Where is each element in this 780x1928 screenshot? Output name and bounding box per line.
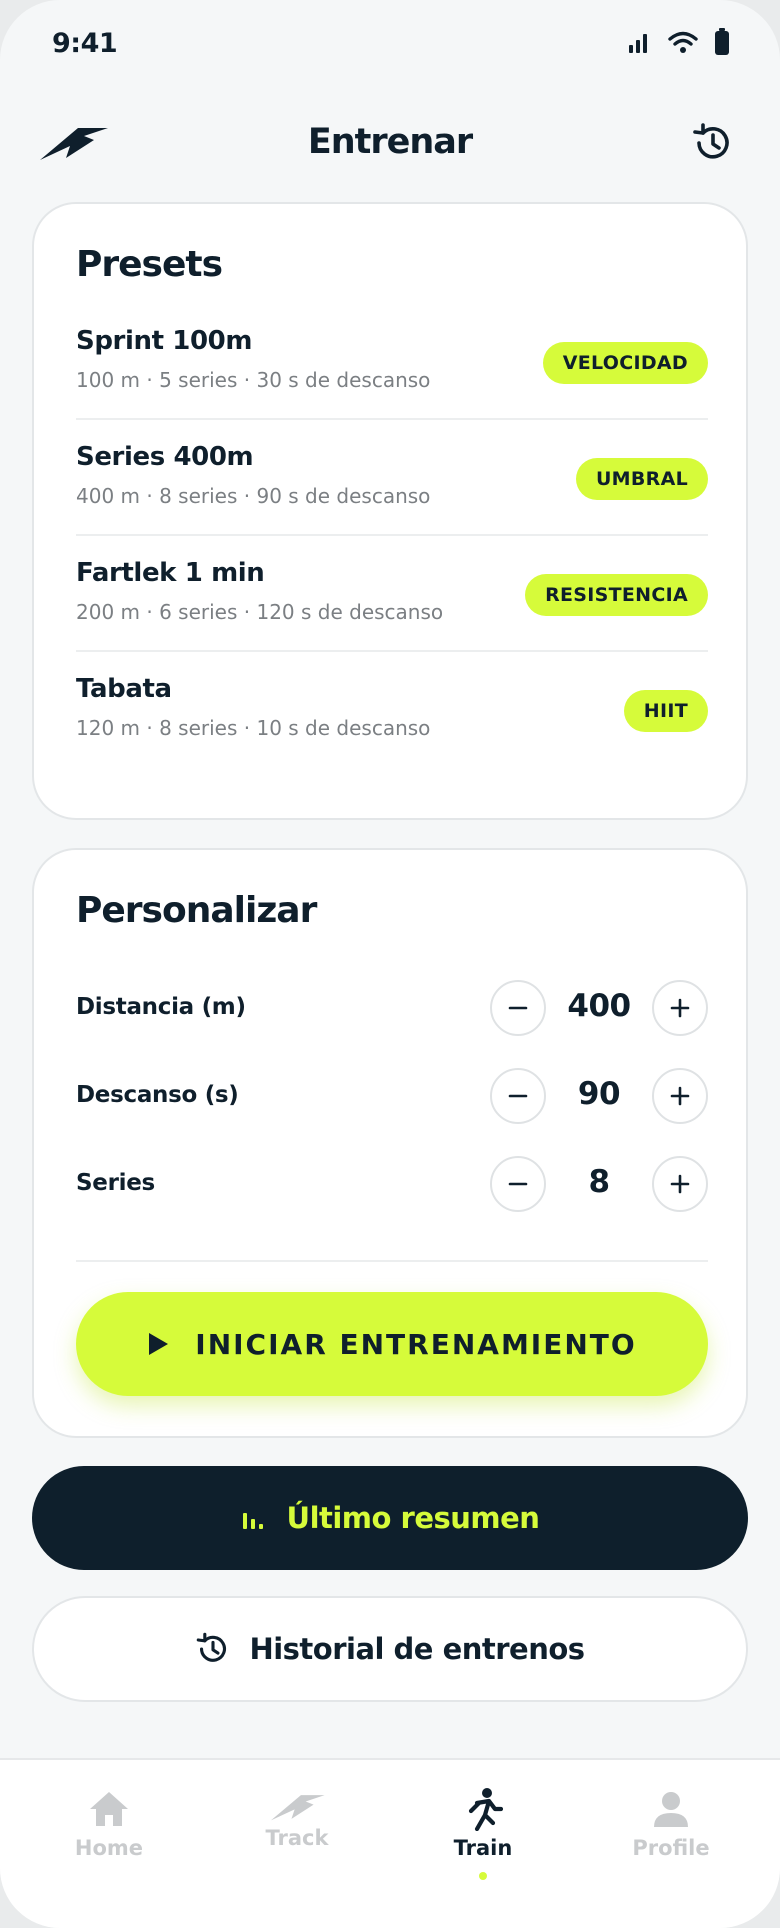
runner-icon <box>468 1788 503 1831</box>
preset-series-400m[interactable]: Series 400m 400 m · 8 series · 90 s de d… <box>76 420 708 536</box>
presets-card: Presets Sprint 100m 100 m · 5 series · 3… <box>32 202 748 820</box>
rest-decrement-button[interactable] <box>490 1068 546 1124</box>
rest-increment-button[interactable] <box>652 1068 708 1124</box>
preset-tag: HIIT <box>623 690 708 732</box>
distance-increment-button[interactable] <box>652 980 708 1036</box>
battery-icon <box>715 28 729 55</box>
signal-icon <box>629 34 647 53</box>
home-icon <box>90 1792 128 1826</box>
app-header: Entrenar <box>0 110 780 180</box>
bottom-nav: Home Track Train Profile <box>0 1758 780 1928</box>
stepper-label: Descanso (s) <box>76 1082 239 1108</box>
nav-label: Track <box>265 1826 329 1850</box>
history-icon <box>693 123 729 159</box>
preset-desc: 100 m · 5 series · 30 s de descanso <box>76 368 431 392</box>
person-icon <box>654 1792 688 1827</box>
preset-sprint-100m[interactable]: Sprint 100m 100 m · 5 series · 30 s de d… <box>76 304 708 420</box>
app-screen: 9:41 Entrenar Presets Sprint 100m 100 m … <box>0 0 780 1928</box>
preset-tag: VELOCIDAD <box>542 342 708 384</box>
preset-fartlek-1min[interactable]: Fartlek 1 min 200 m · 6 series · 120 s d… <box>76 536 708 652</box>
nav-label: Train <box>453 1836 513 1860</box>
plus-icon <box>670 1174 690 1194</box>
preset-name: Sprint 100m <box>76 326 253 356</box>
minus-icon <box>508 1182 528 1186</box>
preset-desc: 120 m · 8 series · 10 s de descanso <box>76 716 431 740</box>
preset-name: Tabata <box>76 674 172 704</box>
series-value: 8 <box>588 1164 610 1200</box>
nav-item-train[interactable]: Train <box>408 1784 558 1880</box>
status-icons <box>628 28 730 56</box>
nav-item-home[interactable]: Home <box>34 1784 184 1860</box>
history-icon <box>197 1632 227 1662</box>
wifi-icon <box>668 31 698 53</box>
customize-title: Personalizar <box>76 890 317 931</box>
plus-icon <box>670 998 690 1018</box>
bar-chart-icon <box>242 1513 263 1529</box>
presets-title: Presets <box>76 244 223 285</box>
preset-desc: 400 m · 8 series · 90 s de descanso <box>76 484 431 508</box>
minus-icon <box>508 1006 528 1010</box>
preset-tag: RESISTENCIA <box>525 574 708 616</box>
page-title: Entrenar <box>307 122 473 162</box>
play-icon <box>149 1333 169 1355</box>
nav-label: Home <box>74 1836 144 1860</box>
stepper-label: Series <box>76 1170 155 1196</box>
last-summary-button[interactable]: Último resumen <box>32 1466 748 1570</box>
minus-icon <box>508 1094 528 1098</box>
active-indicator-dot <box>479 1872 487 1880</box>
series-decrement-button[interactable] <box>490 1156 546 1212</box>
workout-history-label: Historial de entrenos <box>249 1632 585 1666</box>
status-bar: 9:41 <box>0 0 780 90</box>
rest-stepper: Descanso (s) 90 <box>76 1066 708 1126</box>
start-workout-button[interactable]: INICIAR ENTRENAMIENTO <box>76 1292 708 1396</box>
divider <box>76 1260 708 1262</box>
preset-tabata[interactable]: Tabata 120 m · 8 series · 10 s de descan… <box>76 652 708 768</box>
stepper-label: Distancia (m) <box>76 994 246 1020</box>
workout-history-button[interactable]: Historial de entrenos <box>32 1596 748 1702</box>
preset-name: Series 400m <box>76 442 254 472</box>
last-summary-label: Último resumen <box>286 1501 540 1535</box>
customize-card: Personalizar Distancia (m) 400 Descanso … <box>32 848 748 1438</box>
series-stepper: Series 8 <box>76 1154 708 1214</box>
distance-stepper: Distancia (m) 400 <box>76 978 708 1038</box>
track-icon <box>270 1795 325 1821</box>
status-time: 9:41 <box>52 28 118 59</box>
history-header-button[interactable] <box>686 116 740 170</box>
plus-icon <box>670 1086 690 1106</box>
preset-tag: UMBRAL <box>575 458 708 500</box>
preset-desc: 200 m · 6 series · 120 s de descanso <box>76 600 444 624</box>
rest-value: 90 <box>577 1076 621 1112</box>
preset-name: Fartlek 1 min <box>76 558 265 588</box>
distance-decrement-button[interactable] <box>490 980 546 1036</box>
distance-value: 400 <box>567 988 631 1024</box>
nav-item-track[interactable]: Track <box>222 1790 372 1850</box>
start-workout-label: INICIAR ENTRENAMIENTO <box>195 1327 637 1361</box>
nav-label: Profile <box>632 1836 710 1860</box>
series-increment-button[interactable] <box>652 1156 708 1212</box>
nav-item-profile[interactable]: Profile <box>596 1784 746 1860</box>
